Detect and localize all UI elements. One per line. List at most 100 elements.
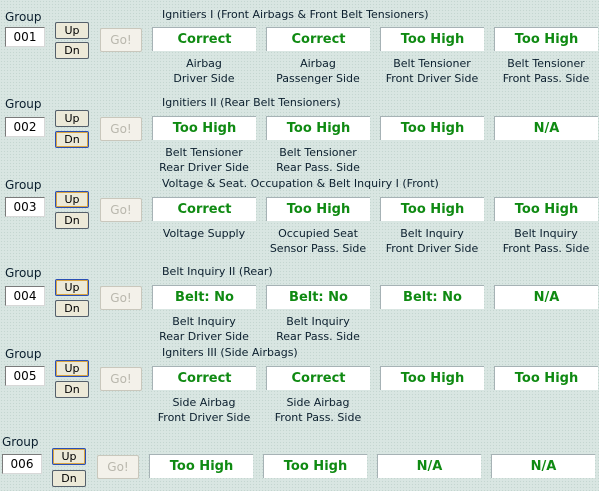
value-field: Too High: [380, 197, 484, 221]
field-caption: Voltage Supply: [139, 226, 269, 241]
up-button[interactable]: Up: [55, 110, 89, 127]
down-button[interactable]: Dn: [52, 470, 86, 487]
group-title: Igniters III (Side Airbags): [162, 346, 298, 359]
down-button[interactable]: Dn: [55, 300, 89, 317]
group-title: Ignitiers II (Rear Belt Tensioners): [162, 96, 341, 109]
value-field: N/A: [494, 116, 598, 140]
down-button[interactable]: Dn: [55, 131, 89, 148]
field-caption: Airbag Passenger Side: [253, 56, 383, 86]
caption-line: Belt Inquiry: [172, 315, 236, 328]
up-button[interactable]: Up: [55, 360, 89, 377]
field-caption: Belt Tensioner Front Driver Side: [367, 56, 497, 86]
caption-line: Front Driver Side: [385, 72, 479, 85]
value-field: Too High: [266, 197, 370, 221]
group-block-006: Group 006 Up Dn Go! Too High Too High N/…: [0, 0, 599, 487]
caption-line: Side Airbag: [172, 396, 236, 409]
go-button[interactable]: Go!: [100, 286, 142, 310]
group-number-field[interactable]: 001: [5, 27, 45, 47]
field-caption: Belt Inquiry Front Driver Side: [367, 226, 497, 256]
value-field: Belt: No: [380, 285, 484, 309]
caption-line: Side Airbag: [286, 396, 350, 409]
value-field: Correct: [152, 366, 256, 390]
value-field: N/A: [377, 454, 481, 478]
field-caption: Airbag Driver Side: [139, 56, 269, 86]
caption-line: Front Pass. Side: [502, 242, 590, 255]
caption-line: Belt Inquiry: [286, 315, 350, 328]
up-button[interactable]: Up: [55, 191, 89, 208]
go-button[interactable]: Go!: [100, 117, 142, 141]
group-label: Group: [5, 10, 42, 24]
group-number-field[interactable]: 002: [5, 117, 45, 137]
value-field: Too High: [380, 27, 484, 51]
go-button[interactable]: Go!: [97, 455, 139, 479]
group-label: Group: [5, 97, 42, 111]
caption-line: Belt Tensioner: [165, 146, 243, 159]
caption-line: Rear Pass. Side: [276, 330, 360, 343]
group-title: Belt Inquiry II (Rear): [162, 265, 273, 278]
value-field: Belt: No: [152, 285, 256, 309]
group-label: Group: [5, 178, 42, 192]
caption-line: Occupied Seat: [278, 227, 358, 240]
caption-line: Voltage Supply: [162, 227, 246, 240]
field-caption: Belt Inquiry Rear Driver Side: [139, 314, 269, 344]
caption-line: Airbag: [300, 57, 336, 70]
down-button[interactable]: Dn: [55, 381, 89, 398]
group-label: Group: [5, 347, 42, 361]
group-title: Ignitiers I (Front Airbags & Front Belt …: [162, 8, 429, 21]
go-button[interactable]: Go!: [100, 28, 142, 52]
caption-line: Front Driver Side: [157, 411, 251, 424]
value-field: Too High: [494, 197, 598, 221]
value-field: Too High: [263, 454, 367, 478]
group-number-field[interactable]: 006: [2, 454, 42, 474]
field-caption: Occupied Seat Sensor Pass. Side: [253, 226, 383, 256]
value-field: Correct: [266, 366, 370, 390]
up-button[interactable]: Up: [52, 448, 86, 465]
group-title: Voltage & Seat. Occupation & Belt Inquir…: [162, 177, 439, 190]
caption-line: Front Pass. Side: [274, 411, 362, 424]
group-number-field[interactable]: 003: [5, 197, 45, 217]
go-button[interactable]: Go!: [100, 367, 142, 391]
caption-line: Belt Inquiry: [400, 227, 464, 240]
group-number-field[interactable]: 004: [5, 286, 45, 306]
field-caption: Belt Inquiry Rear Pass. Side: [253, 314, 383, 344]
caption-line: Belt Inquiry: [514, 227, 578, 240]
caption-line: Passenger Side: [276, 72, 360, 85]
down-button[interactable]: Dn: [55, 212, 89, 229]
field-caption: Belt Tensioner Rear Driver Side: [139, 145, 269, 175]
value-field: Correct: [266, 27, 370, 51]
up-button[interactable]: Up: [55, 22, 89, 39]
field-caption: Belt Tensioner Front Pass. Side: [481, 56, 599, 86]
value-field: Too High: [494, 366, 598, 390]
caption-line: Front Pass. Side: [502, 72, 590, 85]
caption-line: Belt Tensioner: [393, 57, 471, 70]
value-field: Too High: [380, 366, 484, 390]
group-block-001: Group 001 Up Dn Go! Ignitiers I (Front A…: [0, 0, 599, 90]
group-label: Group: [5, 266, 42, 280]
caption-line: Rear Pass. Side: [276, 161, 360, 174]
field-caption: Belt Inquiry Front Pass. Side: [481, 226, 599, 256]
value-field: Too High: [266, 116, 370, 140]
caption-line: Belt Tensioner: [279, 146, 357, 159]
down-button[interactable]: Dn: [55, 42, 89, 59]
group-number-field[interactable]: 005: [5, 366, 45, 386]
field-caption: Side Airbag Front Pass. Side: [253, 395, 383, 425]
field-caption: Side Airbag Front Driver Side: [139, 395, 269, 425]
value-field: Too High: [494, 27, 598, 51]
up-button[interactable]: Up: [55, 279, 89, 296]
value-field: Correct: [152, 197, 256, 221]
caption-line: Sensor Pass. Side: [269, 242, 367, 255]
caption-line: Driver Side: [173, 72, 235, 85]
go-button[interactable]: Go!: [100, 198, 142, 222]
caption-line: Front Driver Side: [385, 242, 479, 255]
field-caption: Belt Tensioner Rear Pass. Side: [253, 145, 383, 175]
value-field: N/A: [494, 285, 598, 309]
value-field: N/A: [491, 454, 595, 478]
caption-line: Rear Driver Side: [159, 330, 249, 343]
value-field: Too High: [152, 116, 256, 140]
value-field: Belt: No: [266, 285, 370, 309]
value-field: Too High: [149, 454, 253, 478]
value-field: Too High: [380, 116, 484, 140]
group-label: Group: [2, 435, 39, 449]
caption-line: Rear Driver Side: [159, 161, 249, 174]
caption-line: Airbag: [186, 57, 222, 70]
